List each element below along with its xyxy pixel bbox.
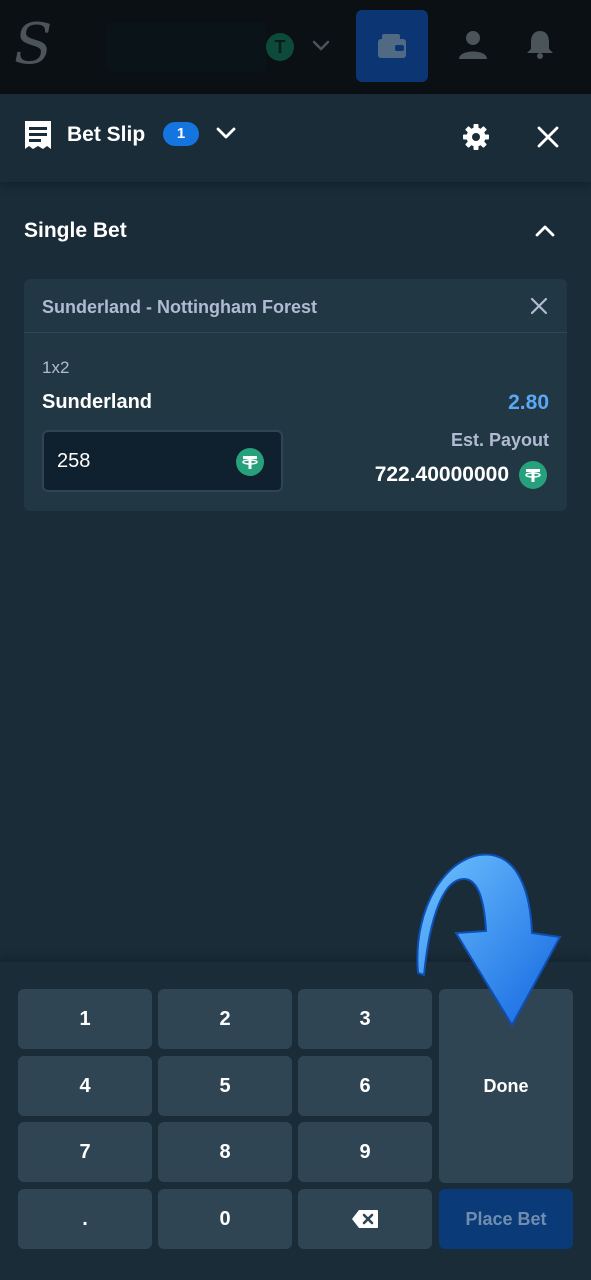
est-payout-label: Est. Payout xyxy=(450,430,549,450)
stake-value: 258 xyxy=(57,450,91,472)
bet-card-header: Sunderland - Nottingham Forest xyxy=(24,279,567,333)
bet-card: Sunderland - Nottingham Forest 1x2 Sunde… xyxy=(24,279,567,511)
market-name: 1x2 xyxy=(42,358,70,377)
key-8[interactable]: 8 xyxy=(158,1122,292,1182)
betslip-title: Bet Slip xyxy=(67,123,146,146)
curved-arrow-icon xyxy=(416,853,562,1028)
user-icon[interactable] xyxy=(457,28,489,60)
betslip-icon xyxy=(25,121,51,149)
backspace-button[interactable] xyxy=(298,1189,432,1249)
wallet-icon xyxy=(378,34,406,58)
key-1[interactable]: 1 xyxy=(18,989,152,1049)
stake-input[interactable]: 258 xyxy=(42,430,283,492)
backspace-icon xyxy=(352,1210,378,1228)
betslip-count-badge: 1 xyxy=(163,122,199,146)
tether-coin-icon xyxy=(236,448,264,476)
key-5[interactable]: 5 xyxy=(158,1056,292,1116)
key-7[interactable]: 7 xyxy=(18,1122,152,1182)
remove-bet-icon[interactable] xyxy=(530,297,548,315)
est-payout-value: 722.40000000 xyxy=(374,463,509,486)
gear-icon[interactable] xyxy=(462,123,490,151)
odds-value: 2.80 xyxy=(508,391,549,414)
balance-display[interactable] xyxy=(106,22,266,72)
place-bet-button[interactable]: Place Bet xyxy=(439,1189,573,1249)
tether-coin-icon xyxy=(519,461,547,489)
chevron-up-icon[interactable] xyxy=(534,220,556,242)
site-logo[interactable]: S xyxy=(14,12,52,78)
key-9[interactable]: 9 xyxy=(298,1122,432,1182)
chevron-down-icon[interactable] xyxy=(215,122,237,144)
key-6[interactable]: 6 xyxy=(298,1056,432,1116)
key-0[interactable]: 0 xyxy=(158,1189,292,1249)
top-bar: S T xyxy=(0,0,591,94)
match-name[interactable]: Sunderland - Nottingham Forest xyxy=(42,296,317,318)
tether-coin-icon: T xyxy=(266,33,294,61)
selection-name: Sunderland xyxy=(42,391,153,413)
chevron-down-icon[interactable] xyxy=(310,34,332,56)
key-4[interactable]: 4 xyxy=(18,1056,152,1116)
close-icon[interactable] xyxy=(536,125,560,149)
betslip-header: Bet Slip 1 xyxy=(0,94,591,182)
key-2[interactable]: 2 xyxy=(158,989,292,1049)
wallet-button[interactable] xyxy=(356,10,428,82)
bell-icon[interactable] xyxy=(524,28,556,60)
key-decimal[interactable]: . xyxy=(18,1189,152,1249)
section-title: Single Bet xyxy=(24,219,127,242)
